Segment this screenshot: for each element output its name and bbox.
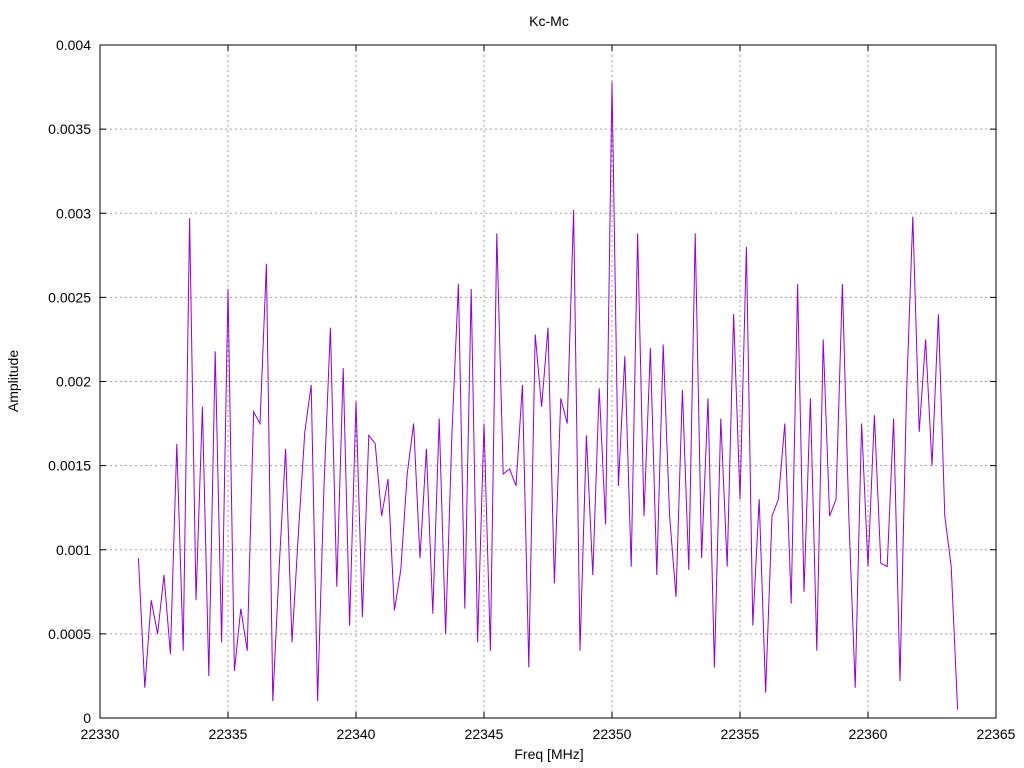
y-tick-labels: 0 0.0005 0.001 0.0015 0.002 0.0025 0.003 0.0035… — [48, 37, 91, 726]
x-tick-label: 22360 — [849, 726, 888, 742]
x-tick-label: 22350 — [593, 726, 632, 742]
x-tick-label: 22345 — [465, 726, 504, 742]
chart-title: Kc-Mc — [529, 13, 569, 29]
line-chart: 22330 22335 22340 22345 22350 22355 22360 22365… — [5, 13, 1016, 762]
x-tick-labels: 22330 22335 22340 22345 22350 22355 22360 22365 — [81, 726, 1016, 742]
y-tick-label: 0.0005 — [48, 626, 91, 642]
y-tick-label: 0.001 — [56, 542, 91, 558]
x-axis-label: Freq [MHz] — [514, 746, 583, 762]
y-tick-label: 0.0035 — [48, 121, 91, 137]
x-tick-label: 22355 — [721, 726, 760, 742]
y-tick-label: 0 — [83, 710, 91, 726]
grid-lines — [100, 45, 996, 718]
series-line — [137, 82, 959, 710]
x-tick-label: 22340 — [337, 726, 376, 742]
y-tick-label: 0.0025 — [48, 289, 91, 305]
y-tick-label: 0.002 — [56, 374, 91, 390]
y-tick-label: 0.0015 — [48, 458, 91, 474]
x-tick-label: 22335 — [209, 726, 248, 742]
x-tick-label: 22330 — [81, 726, 120, 742]
y-tick-label: 0.003 — [56, 205, 91, 221]
y-tick-label: 0.004 — [56, 37, 91, 53]
x-tick-label: 22365 — [977, 726, 1016, 742]
y-axis-label: Amplitude — [5, 350, 21, 412]
